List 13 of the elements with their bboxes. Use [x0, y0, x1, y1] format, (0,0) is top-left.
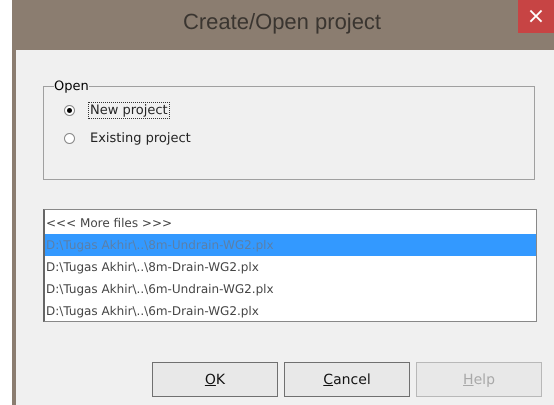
file-list-item[interactable]: D:\Tugas Akhir\..\6m-Drain-WG2.plx — [45, 300, 536, 321]
dialog-button[interactable]: Cancel — [284, 362, 410, 397]
file-list-item[interactable]: D:\Tugas Akhir\..\8m-Drain-WG2.plx — [45, 256, 536, 278]
radio-button[interactable] — [64, 132, 75, 144]
group-label: Open — [54, 79, 89, 94]
radio-label[interactable]: Existing project — [88, 130, 193, 146]
dialog-button[interactable]: OK — [152, 362, 278, 397]
radio-button[interactable] — [64, 104, 75, 116]
radio-label[interactable]: New project — [88, 102, 170, 118]
file-list-item[interactable]: D:\Tugas Akhir\..\6m-Undrain-WG2.plx — [45, 278, 536, 300]
close-button[interactable]: × — [518, 0, 554, 33]
file-list-item[interactable]: <<< More files >>> — [45, 212, 536, 234]
window-title: Create/Open project — [182, 9, 382, 35]
